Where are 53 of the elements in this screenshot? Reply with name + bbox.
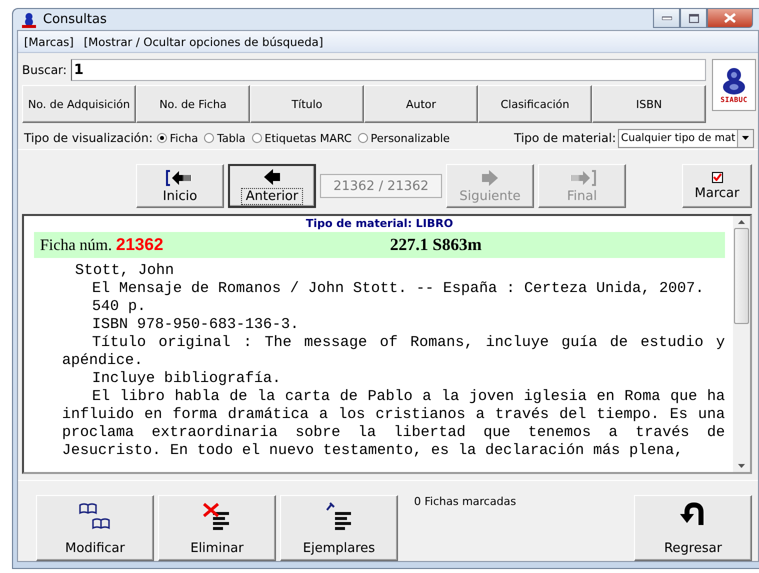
copies-button[interactable]: Ejemplares xyxy=(280,495,398,561)
record-paragraph: El libro habla de la carta de Pablo a la joven iglesia en Roma que ha influido en forma dramática a los cristianos a través del tiempo. Es una proclama extraordinaria sobre la libertad que tenemos a través de Jesucristo. En todo el nuevo testamento, es la declaración más plena, xyxy=(62,388,725,460)
first-button[interactable]: Inicio xyxy=(136,164,224,208)
record-paragraph: Incluye bibliografía. xyxy=(91,370,282,388)
minimize-button[interactable] xyxy=(653,9,680,28)
window-title: Consultas xyxy=(43,12,107,27)
dropdown-arrow-icon xyxy=(742,136,749,140)
scrollbar[interactable] xyxy=(733,216,750,472)
material-type-dropdown[interactable]: Cualquier tipo de mat xyxy=(618,128,754,148)
view-type-label: Tipo de visualización: xyxy=(24,131,153,145)
record-number-label: Ficha núm. 21362 xyxy=(40,235,164,255)
minimize-icon xyxy=(662,16,672,20)
search-by-button[interactable]: ISBN xyxy=(592,85,706,123)
marked-count: 0 Fichas marcadas xyxy=(414,495,518,508)
search-label: Buscar: xyxy=(22,63,67,77)
record-paragraph: Título original : The message of Romans, incluye guía de estudio y apéndice. xyxy=(62,334,725,370)
previous-button[interactable]: Anterior xyxy=(228,164,316,208)
maximize-button[interactable] xyxy=(680,9,707,28)
author-text: Stott, John xyxy=(75,262,176,280)
search-by-button[interactable]: No. de Ficha xyxy=(136,85,250,123)
material-type-heading: Tipo de material: LIBRO xyxy=(304,216,454,232)
modify-button[interactable]: Modificar xyxy=(36,495,154,561)
delete-list-icon xyxy=(202,502,232,530)
search-by-button[interactable]: Autor xyxy=(364,85,478,123)
call-number: 227.1 S863m xyxy=(390,235,482,255)
close-button[interactable] xyxy=(707,9,753,28)
scroll-up-icon[interactable] xyxy=(738,220,745,224)
app-logo-icon xyxy=(21,12,37,28)
view-type-radio[interactable]: Etiquetas MARC xyxy=(252,132,352,144)
left-arrow-icon xyxy=(262,168,282,186)
back-button[interactable]: Regresar xyxy=(634,495,752,561)
material-type-label: Tipo de material: xyxy=(514,131,616,145)
search-by-button[interactable]: Clasificación xyxy=(478,85,592,123)
view-type-radio[interactable]: Ficha xyxy=(156,132,198,144)
view-type-radio[interactable]: Personalizable xyxy=(358,132,450,144)
record-paragraph: ISBN 978-950-683-136-3. xyxy=(91,316,300,334)
view-type-radio[interactable]: Tabla xyxy=(204,132,246,144)
list-sync-icon xyxy=(324,502,354,530)
delete-button[interactable]: Eliminar xyxy=(158,495,276,561)
right-arrow-icon xyxy=(480,168,500,186)
search-field[interactable]: 1 xyxy=(70,59,706,81)
record-counter: 21362 / 21362 xyxy=(320,174,442,198)
mark-button[interactable]: Marcar xyxy=(682,164,752,208)
maximize-icon xyxy=(688,14,698,22)
record-paragraph: 540 p. xyxy=(91,298,148,316)
close-icon xyxy=(724,13,736,23)
menu-item[interactable]: [Marcas] xyxy=(24,34,74,48)
record-paragraph: El Mensaje de Romanos / John Stott. -- España : Certeza Unida, 2007. xyxy=(91,280,706,298)
scroll-down-icon[interactable] xyxy=(738,464,745,468)
books-icon xyxy=(78,502,112,532)
menu-item[interactable]: [Mostrar / Ocultar opciones de búsqueda] xyxy=(84,34,324,48)
search-by-button[interactable]: Título xyxy=(250,85,364,123)
search-by-button[interactable]: No. de Adquisición xyxy=(22,85,136,123)
